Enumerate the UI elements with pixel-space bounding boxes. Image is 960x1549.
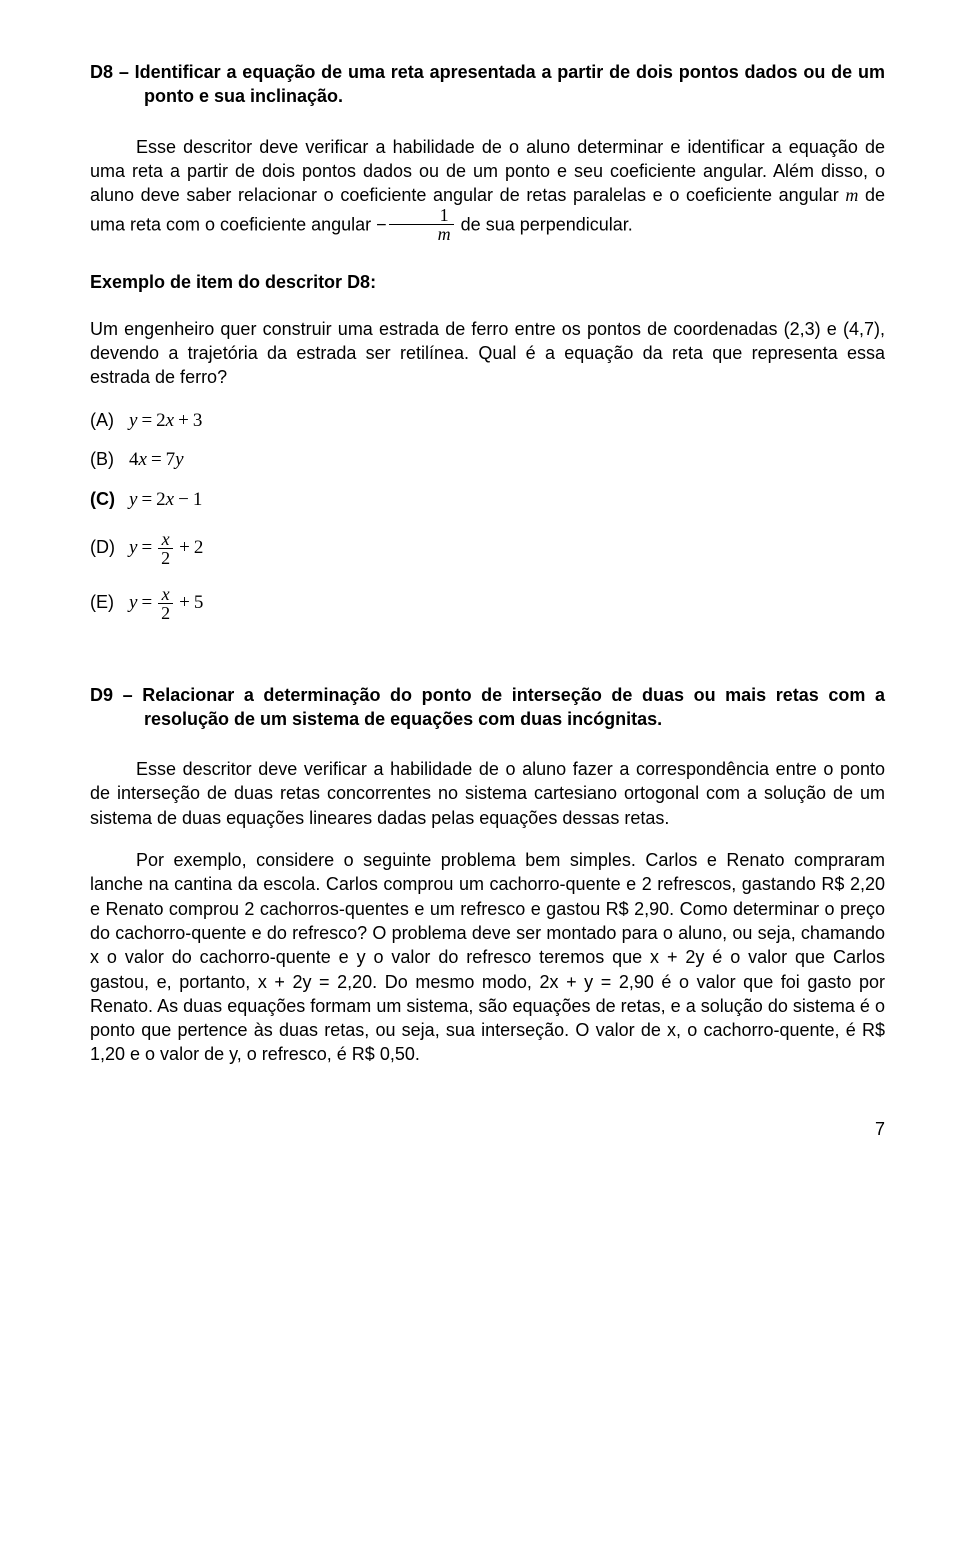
opb-eq: =	[151, 449, 162, 470]
option-e-equation: y=x2+5	[129, 592, 203, 613]
fraction-1-over-m: 1m	[389, 206, 454, 243]
d8-paragraph-1: Esse descritor deve verificar a habilida…	[90, 135, 885, 245]
opd-fnum: x	[158, 530, 173, 549]
page-number: 7	[90, 1117, 885, 1141]
opc-rb: x	[166, 489, 174, 510]
math-m: m	[845, 185, 858, 205]
opa-rc: 3	[193, 410, 203, 431]
ope-fnum: x	[158, 585, 173, 604]
opb-lb: x	[139, 449, 147, 470]
d9-heading-text: Relacionar a determinação do ponto de in…	[142, 685, 885, 729]
opa-lhs: y	[129, 410, 137, 431]
opa-rb: x	[166, 410, 174, 431]
opc-eq: =	[141, 489, 152, 510]
d9-heading: D9 – Relacionar a determinação do ponto …	[90, 683, 885, 732]
opc-lhs: y	[129, 489, 137, 510]
d8-p1-c: de sua perpendicular.	[456, 215, 633, 235]
ope-eq: =	[141, 592, 152, 613]
option-b-equation: 4x=7y	[129, 449, 184, 470]
opd-lhs: y	[129, 537, 137, 558]
frac-den: m	[389, 225, 454, 243]
option-b-label: (B)	[90, 447, 124, 471]
opc-op: −	[178, 489, 189, 510]
d8-example-label: Exemplo de item do descritor D8:	[90, 270, 885, 294]
ope-op: +	[179, 592, 190, 613]
opa-op: +	[178, 410, 189, 431]
d9-paragraph-2: Por exemplo, considere o seguinte proble…	[90, 848, 885, 1067]
d9-prefix: D9 –	[90, 685, 142, 705]
opc-rc: 1	[193, 489, 203, 510]
option-c-label: (C)	[90, 487, 124, 511]
option-e-label: (E)	[90, 590, 124, 614]
d8-heading-text: Identificar a equação de uma reta aprese…	[135, 62, 885, 106]
ope-fden: 2	[158, 604, 173, 622]
option-d-equation: y=x2+2	[129, 537, 203, 558]
opd-frac: x2	[158, 530, 173, 567]
d8-prefix: D8 –	[90, 62, 135, 82]
option-d-label: (D)	[90, 535, 124, 559]
option-d: (D) y=x2+2	[90, 531, 885, 568]
opa-eq: =	[141, 410, 152, 431]
opb-la: 4	[129, 449, 139, 470]
opd-eq: =	[141, 537, 152, 558]
opd-rc: 2	[194, 537, 204, 558]
ope-rc: 5	[194, 592, 204, 613]
option-c: (C) y=2x−1	[90, 487, 885, 513]
answer-options: (A) y=2x+3 (B) 4x=7y (C) y=2x−1 (D) y=x2…	[90, 408, 885, 623]
opd-op: +	[179, 537, 190, 558]
option-a-equation: y=2x+3	[129, 410, 202, 431]
opc-ra: 2	[156, 489, 166, 510]
option-c-equation: y=2x−1	[129, 489, 202, 510]
opb-ra: 7	[166, 449, 176, 470]
d8-p1-a: Esse descritor deve verificar a habilida…	[90, 137, 885, 206]
option-a-label: (A)	[90, 408, 124, 432]
d8-heading: D8 – Identificar a equação de uma reta a…	[90, 60, 885, 109]
opa-ra: 2	[156, 410, 166, 431]
d9-paragraph-1: Esse descritor deve verificar a habilida…	[90, 757, 885, 830]
ope-lhs: y	[129, 592, 137, 613]
ope-frac: x2	[158, 585, 173, 622]
option-e: (E) y=x2+5	[90, 586, 885, 623]
opd-fden: 2	[158, 549, 173, 567]
minus-sign: −	[376, 215, 387, 235]
opb-rb: y	[175, 449, 183, 470]
frac-num: 1	[389, 206, 454, 225]
d8-example-text: Um engenheiro quer construir uma estrada…	[90, 317, 885, 390]
option-b: (B) 4x=7y	[90, 447, 885, 473]
option-a: (A) y=2x+3	[90, 408, 885, 434]
